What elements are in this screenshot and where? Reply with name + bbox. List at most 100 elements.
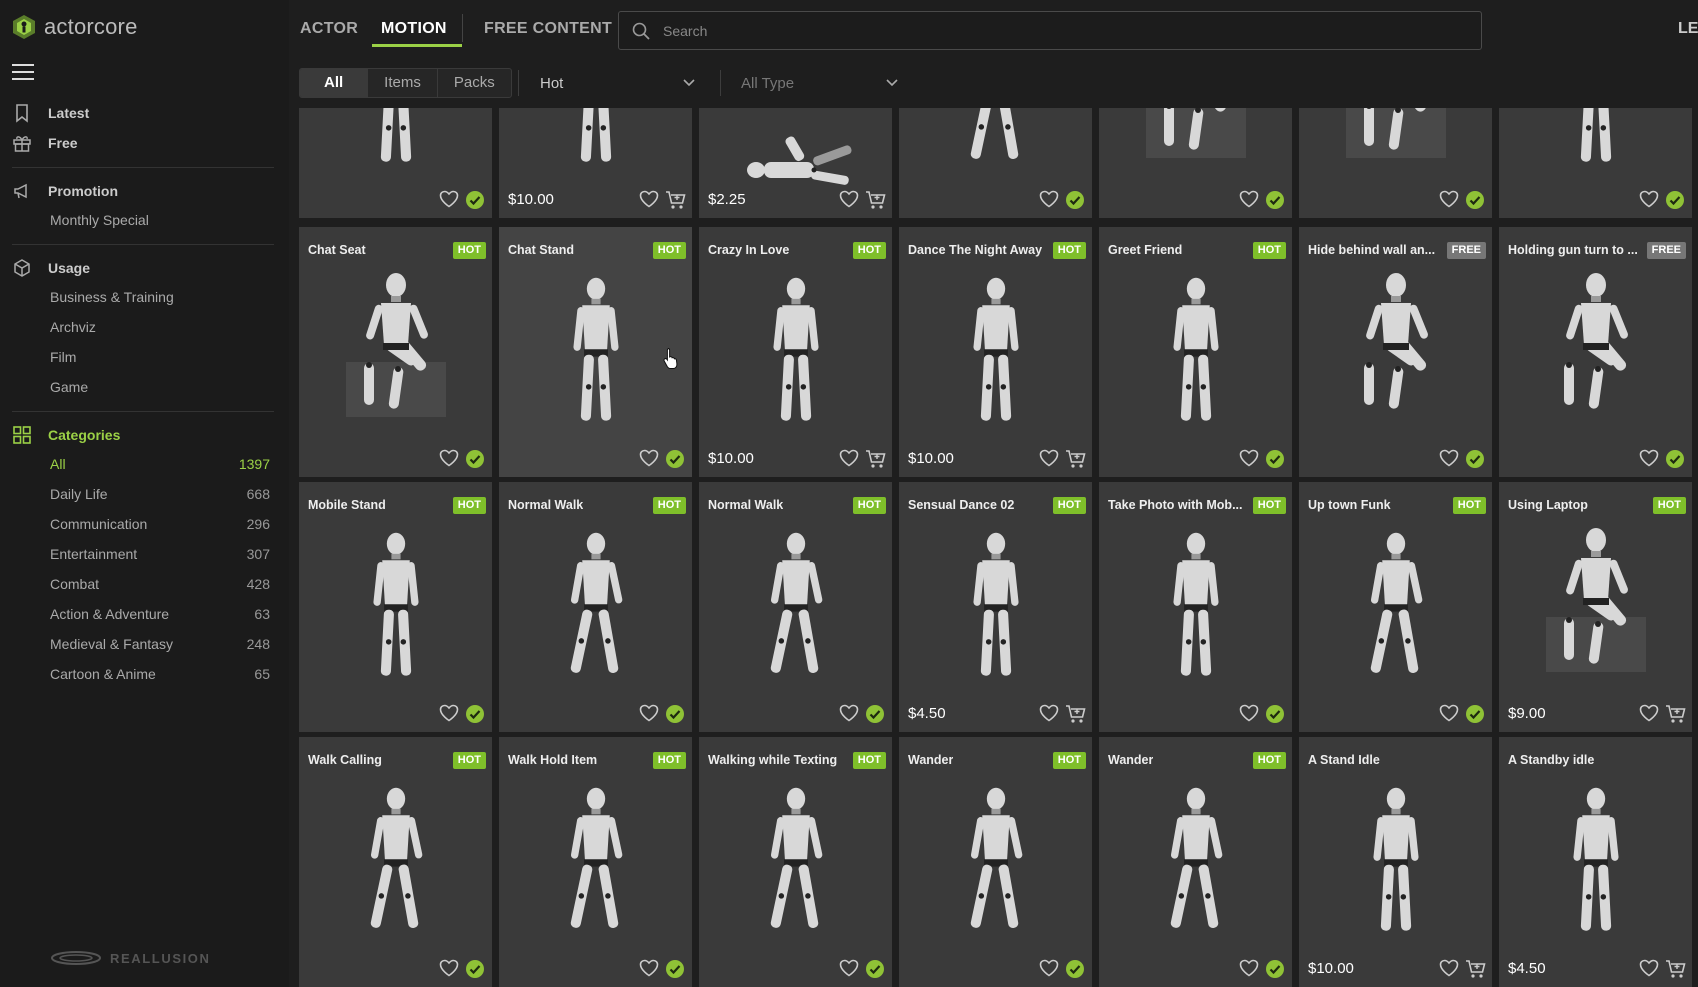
motion-card[interactable]: $10.00 [499,108,692,218]
owned-check-icon[interactable] [665,704,685,724]
owned-check-icon[interactable] [1465,704,1485,724]
motion-card[interactable]: Wander HOT [1099,737,1292,987]
owned-check-icon[interactable] [1665,190,1685,210]
heart-icon[interactable] [839,190,859,208]
owned-check-icon[interactable] [665,959,685,979]
owned-check-icon[interactable] [1265,190,1285,210]
category-item[interactable]: Combat 428 [50,576,270,592]
sidebar-section-promotion[interactable]: Promotion [12,181,118,201]
add-to-cart-icon[interactable] [865,449,886,469]
category-item[interactable]: Medieval & Fantasy 248 [50,636,270,652]
sidebar-section-usage[interactable]: Usage [12,258,90,278]
brand-logo[interactable]: actorcore [12,14,138,40]
heart-icon[interactable] [839,449,859,467]
motion-card[interactable]: A Stand Idle $10.00 [1299,737,1492,987]
tab-free-content[interactable]: FREE CONTENT [484,20,612,38]
heart-icon[interactable] [1039,449,1059,467]
motion-card[interactable]: Walk Hold Item HOT [499,737,692,987]
motion-card[interactable] [1099,108,1292,218]
motion-card[interactable]: Normal Walk HOT [699,482,892,732]
heart-icon[interactable] [1239,959,1259,977]
top-right-link[interactable]: LE [1678,20,1698,38]
owned-check-icon[interactable] [465,449,485,469]
motion-card[interactable]: Walking while Texting HOT [699,737,892,987]
add-to-cart-icon[interactable] [665,190,686,210]
sidebar-item-business-training[interactable]: Business & Training [50,289,174,305]
category-item[interactable]: Cartoon & Anime 65 [50,666,270,682]
heart-icon[interactable] [639,959,659,977]
category-item[interactable]: Entertainment 307 [50,546,270,562]
sidebar-item-monthly-special[interactable]: Monthly Special [50,212,149,228]
owned-check-icon[interactable] [1265,704,1285,724]
motion-card[interactable]: Take Photo with Mob... HOT [1099,482,1292,732]
add-to-cart-icon[interactable] [1665,704,1686,724]
add-to-cart-icon[interactable] [1065,704,1086,724]
motion-card[interactable]: Wander HOT [899,737,1092,987]
add-to-cart-icon[interactable] [1665,959,1686,979]
motion-card[interactable] [1499,108,1692,218]
heart-icon[interactable] [439,959,459,977]
sidebar-item-game[interactable]: Game [50,379,88,395]
heart-icon[interactable] [639,190,659,208]
owned-check-icon[interactable] [1265,959,1285,979]
heart-icon[interactable] [1439,704,1459,722]
heart-icon[interactable] [1639,704,1659,722]
motion-card[interactable]: Normal Walk HOT [499,482,692,732]
heart-icon[interactable] [1639,449,1659,467]
owned-check-icon[interactable] [1465,190,1485,210]
tab-motion[interactable]: MOTION [381,20,447,38]
motion-card[interactable]: Dance The Night Away HOT $10.00 [899,227,1092,477]
owned-check-icon[interactable] [1265,449,1285,469]
add-to-cart-icon[interactable] [1465,959,1486,979]
heart-icon[interactable] [1039,959,1059,977]
motion-card[interactable] [1299,108,1492,218]
heart-icon[interactable] [1439,959,1459,977]
heart-icon[interactable] [1239,449,1259,467]
heart-icon[interactable] [439,190,459,208]
heart-icon[interactable] [1039,190,1059,208]
motion-card[interactable]: Greet Friend HOT [1099,227,1292,477]
heart-icon[interactable] [1439,190,1459,208]
owned-check-icon[interactable] [1465,449,1485,469]
add-to-cart-icon[interactable] [865,190,886,210]
segment-packs[interactable]: Packs [438,69,511,97]
motion-card[interactable]: Holding gun turn to ... FREE [1499,227,1692,477]
category-item[interactable]: Daily Life 668 [50,486,270,502]
owned-check-icon[interactable] [465,190,485,210]
motion-card[interactable]: Crazy In Love HOT $10.00 [699,227,892,477]
motion-card[interactable]: A Standby idle $4.50 [1499,737,1692,987]
owned-check-icon[interactable] [1065,959,1085,979]
heart-icon[interactable] [1039,704,1059,722]
heart-icon[interactable] [639,704,659,722]
heart-icon[interactable] [639,449,659,467]
motion-card[interactable]: Up town Funk HOT [1299,482,1492,732]
owned-check-icon[interactable] [865,959,885,979]
heart-icon[interactable] [439,704,459,722]
motion-card[interactable]: $2.25 [699,108,892,218]
motion-card[interactable]: Chat Seat HOT [299,227,492,477]
category-item[interactable]: All 1397 [50,456,270,472]
motion-card[interactable]: Sensual Dance 02 HOT $4.50 [899,482,1092,732]
tab-actor[interactable]: ACTOR [300,20,358,38]
sidebar-section-categories[interactable]: Categories [12,425,120,445]
search-box[interactable] [618,11,1482,50]
sort-dropdown[interactable]: Hot [540,68,696,98]
menu-icon[interactable] [12,63,34,81]
motion-card[interactable]: Using Laptop HOT $9.00 [1499,482,1692,732]
type-dropdown[interactable]: All Type [741,68,899,98]
heart-icon[interactable] [839,704,859,722]
motion-card[interactable]: Walk Calling HOT [299,737,492,987]
owned-check-icon[interactable] [465,704,485,724]
heart-icon[interactable] [1439,449,1459,467]
heart-icon[interactable] [1239,190,1259,208]
heart-icon[interactable] [1639,959,1659,977]
sidebar-item-archviz[interactable]: Archviz [50,319,96,335]
motion-card[interactable]: Hide behind wall an... FREE [1299,227,1492,477]
owned-check-icon[interactable] [665,449,685,469]
heart-icon[interactable] [1239,704,1259,722]
search-input[interactable] [663,22,1443,39]
sidebar-item-film[interactable]: Film [50,349,76,365]
heart-icon[interactable] [839,959,859,977]
owned-check-icon[interactable] [865,704,885,724]
segment-all[interactable]: All [300,69,369,97]
